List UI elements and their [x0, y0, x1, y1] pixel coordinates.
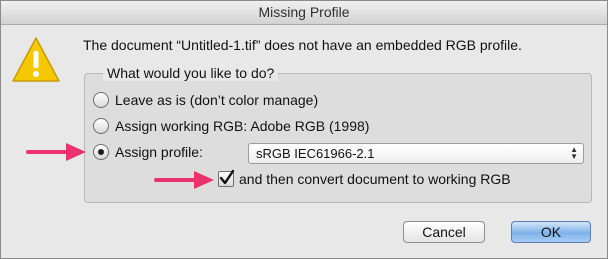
profile-select-value: sRGB IEC61966-2.1 [256, 146, 375, 161]
profile-select[interactable]: sRGB IEC61966-2.1 ▲ ▼ [248, 143, 584, 164]
convert-option[interactable]: and then convert document to working RGB [218, 169, 511, 187]
option-assign-profile[interactable]: Assign profile: [93, 144, 203, 160]
dialog-title: Missing Profile [1, 1, 607, 25]
radio-button[interactable] [93, 118, 109, 134]
pointer-arrow-icon [154, 171, 214, 189]
radio-button-selected[interactable] [93, 144, 109, 160]
convert-checkbox[interactable] [218, 169, 235, 187]
warning-triangle-icon [12, 37, 60, 82]
pointer-arrow-icon [26, 143, 86, 161]
convert-checkbox-label: and then convert document to working RGB [239, 171, 511, 187]
option-label: Leave as is (don’t color manage) [115, 92, 319, 108]
missing-profile-dialog: Missing Profile The document “Untitled-1… [0, 0, 608, 259]
option-leave-as-is[interactable]: Leave as is (don’t color manage) [93, 92, 318, 108]
ok-button[interactable]: OK [511, 221, 591, 243]
radio-button[interactable] [93, 92, 109, 108]
checkmark-icon [219, 169, 235, 185]
dialog-message: The document “Untitled-1.tif” does not h… [83, 37, 522, 53]
option-assign-working-rgb[interactable]: Assign working RGB: Adobe RGB (1998) [93, 118, 369, 134]
options-group-label: What would you like to do? [103, 65, 279, 81]
option-label: Assign working RGB: Adobe RGB (1998) [115, 118, 370, 134]
cancel-button[interactable]: Cancel [403, 221, 485, 243]
up-down-chevron-icon: ▲ ▼ [570, 145, 578, 161]
option-label: Assign profile: [115, 144, 203, 160]
